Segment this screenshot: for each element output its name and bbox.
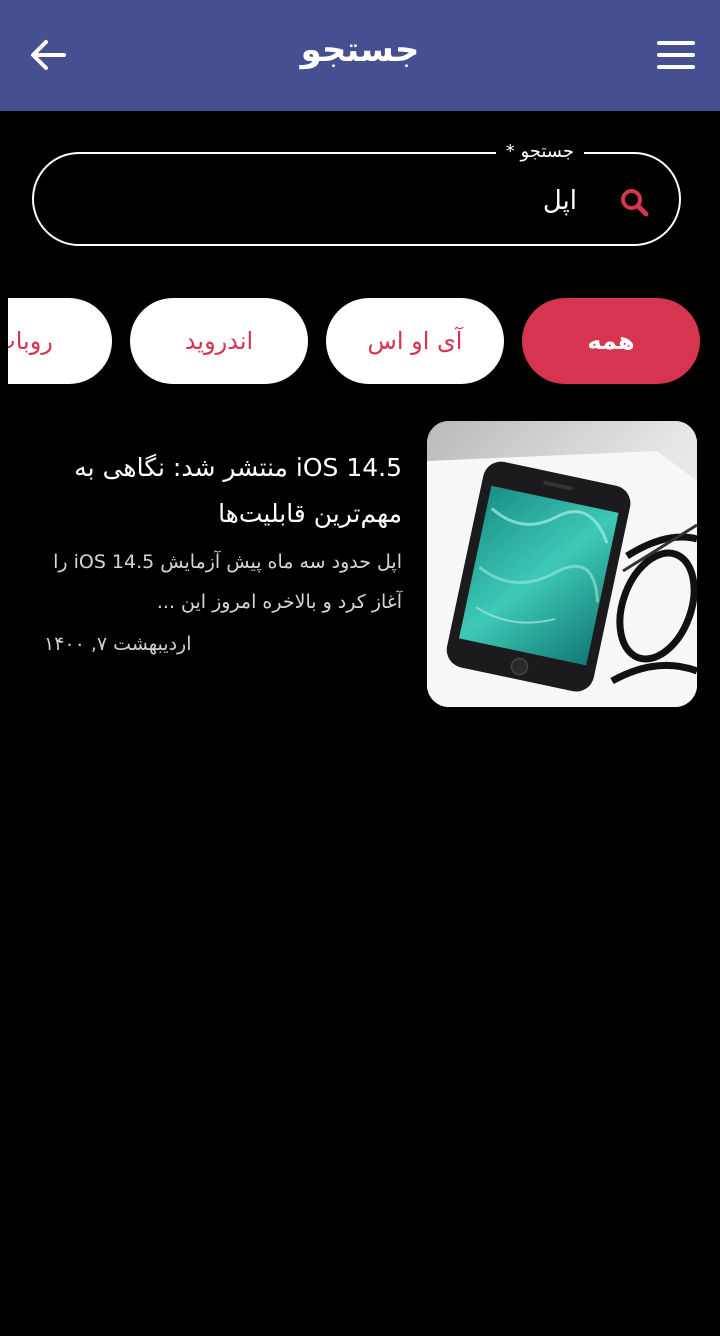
iphone-and-glasses-image (427, 421, 697, 707)
search-field[interactable]: جستجو * (32, 140, 681, 246)
hamburger-menu-icon (657, 41, 695, 69)
chip-all[interactable]: همه (522, 298, 700, 384)
search-field-label: جستجو * (495, 140, 584, 164)
chip-ios[interactable]: آی او اس (326, 298, 504, 384)
article-date: اردیبهشت ۷, ۱۴۰۰ (44, 633, 192, 655)
search-input[interactable] (155, 178, 579, 224)
article-title[interactable]: iOS 14.5 منتشر شد: نگاهی به مهم‌ترین قاب… (42, 445, 402, 537)
app-bar: جستجو (0, 0, 720, 111)
article-card[interactable]: iOS 14.5 منتشر شد: نگاهی به مهم‌ترین قاب… (0, 421, 720, 711)
page-title: جستجو (300, 30, 420, 70)
chip-robot[interactable]: روبات (8, 298, 112, 384)
search-icon[interactable] (619, 187, 649, 217)
menu-button[interactable] (654, 33, 698, 77)
article-thumbnail[interactable] (427, 421, 697, 707)
category-chips: همه آی او اس اندروید روبات (8, 298, 720, 386)
article-summary: اپل حدود سه ماه پیش آزمایش iOS 14.5 را آ… (53, 551, 402, 613)
search-screen: جستجو جستجو * همه آی او اس اندروید روبات (0, 0, 720, 1336)
chip-android[interactable]: اندروید (130, 298, 308, 384)
